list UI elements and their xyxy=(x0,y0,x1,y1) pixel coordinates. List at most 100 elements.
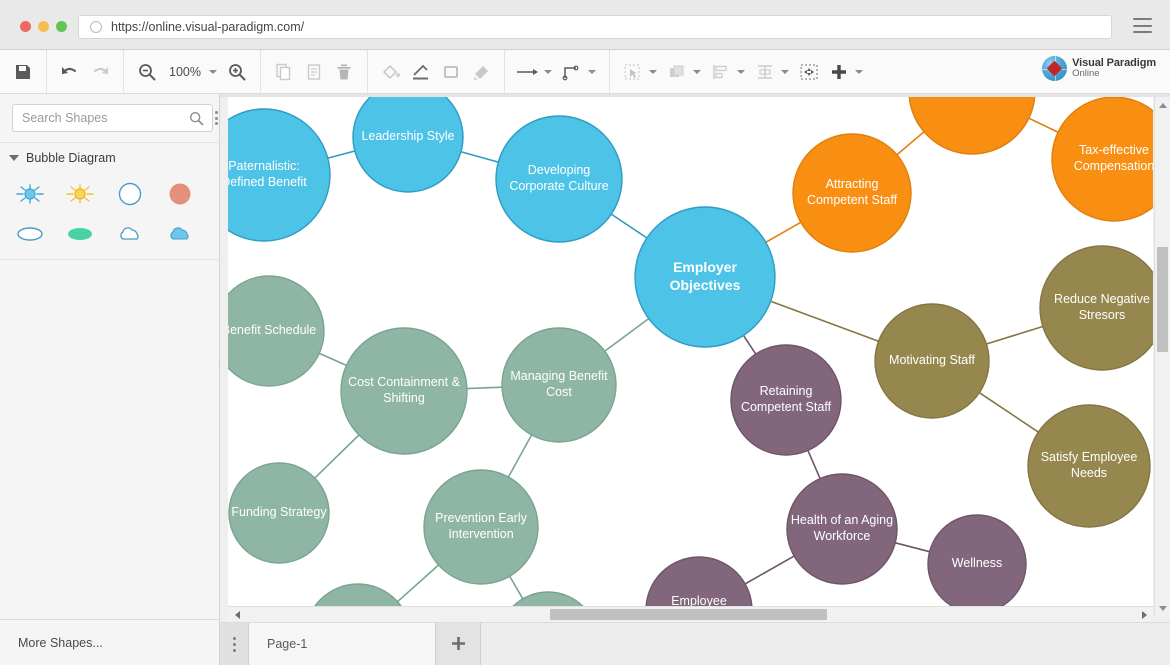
chevron-down-icon[interactable] xyxy=(9,155,19,161)
bubble-connector[interactable] xyxy=(604,317,650,352)
add-icon[interactable] xyxy=(824,57,854,87)
search-shapes-box[interactable] xyxy=(12,104,213,132)
shape-bubble-burst-blue[interactable] xyxy=(14,179,46,209)
bubble-circle[interactable] xyxy=(1027,404,1151,528)
bubble-connector[interactable] xyxy=(509,575,524,600)
selection-icon[interactable] xyxy=(618,57,648,87)
shape-ellipse-outline[interactable] xyxy=(14,219,46,249)
bubble-node[interactable]: Health of an Aging Workforce xyxy=(786,473,898,585)
align-dropdown-caret-icon[interactable] xyxy=(737,69,745,74)
bubble-circle[interactable] xyxy=(495,115,623,243)
zoom-in-icon[interactable] xyxy=(222,57,252,87)
undo-icon[interactable] xyxy=(55,57,85,87)
bubble-connector[interactable] xyxy=(986,325,1044,345)
close-window-button[interactable] xyxy=(20,21,31,32)
bubble-node[interactable]: Attracting Competent Staff xyxy=(792,133,912,253)
bubble-node[interactable]: Tax-effective Compensation xyxy=(1051,97,1153,222)
scroll-left-button[interactable] xyxy=(229,607,245,622)
bubble-circle[interactable] xyxy=(423,469,539,585)
connector-dropdown-caret-icon[interactable] xyxy=(544,69,552,74)
paste-icon[interactable] xyxy=(299,57,329,87)
format-painter-icon[interactable] xyxy=(466,57,496,87)
browser-menu-icon[interactable] xyxy=(1133,18,1152,33)
bubble-node[interactable]: Wellness xyxy=(927,514,1027,614)
more-shapes-button[interactable]: More Shapes... xyxy=(0,619,219,665)
bubble-circle[interactable] xyxy=(1039,245,1153,371)
bubble-node[interactable]: Developing Corporate Culture xyxy=(495,115,623,243)
bubble-connector[interactable] xyxy=(978,392,1039,433)
search-input[interactable] xyxy=(13,111,189,125)
bubble-node[interactable]: Employer Objectives xyxy=(634,206,776,348)
bubble-connector[interactable] xyxy=(460,150,499,163)
bubble-node[interactable]: Leadership Style xyxy=(352,97,464,193)
page-tab-page-1[interactable]: Page-1 xyxy=(249,623,436,665)
bubble-connector[interactable] xyxy=(770,300,879,342)
canvas-vertical-scrollbar[interactable] xyxy=(1154,97,1170,616)
bubble-circle[interactable] xyxy=(908,97,1036,155)
shape-cloud-outline[interactable] xyxy=(114,219,146,249)
shape-cloud-filled[interactable] xyxy=(164,219,196,249)
trash-icon[interactable] xyxy=(329,57,359,87)
reload-spinner-icon[interactable] xyxy=(90,21,102,33)
bubble-node[interactable]: Paternalistic: Defined Benefit xyxy=(228,108,331,242)
bubble-connector[interactable] xyxy=(610,213,648,239)
zoom-dropdown-caret-icon[interactable] xyxy=(209,69,217,74)
bubble-connector[interactable] xyxy=(896,131,925,156)
bubble-node[interactable]: Benefit Schedule xyxy=(228,275,325,387)
page-options-kebab-icon[interactable] xyxy=(220,623,249,665)
shape-ellipse-filled-green[interactable] xyxy=(64,219,96,249)
selection-dropdown-caret-icon[interactable] xyxy=(649,69,657,74)
orthogonal-connector-icon[interactable] xyxy=(557,57,587,87)
address-bar[interactable]: https://online.visual-paradigm.com/ xyxy=(78,15,1112,39)
maximize-window-button[interactable] xyxy=(56,21,67,32)
distribute-dropdown-caret-icon[interactable] xyxy=(781,69,789,74)
bubble-circle[interactable] xyxy=(730,344,842,456)
scroll-right-button[interactable] xyxy=(1136,607,1152,622)
vertical-scroll-thumb[interactable] xyxy=(1157,247,1168,352)
bubble-connector[interactable] xyxy=(314,434,360,479)
bubble-circle[interactable] xyxy=(927,514,1027,614)
scroll-down-button[interactable] xyxy=(1155,601,1170,615)
section-header[interactable]: Bubble Diagram xyxy=(0,143,219,173)
bubble-connector[interactable] xyxy=(396,564,440,603)
add-page-button[interactable] xyxy=(436,623,481,665)
horizontal-scroll-thumb[interactable] xyxy=(550,609,827,620)
bubble-circle[interactable] xyxy=(792,133,912,253)
bubble-connector[interactable] xyxy=(765,221,802,243)
zoom-level-label[interactable]: 100% xyxy=(162,65,208,79)
redo-icon[interactable] xyxy=(85,57,115,87)
shape-circle-filled-salmon[interactable] xyxy=(164,179,196,209)
bubble-node[interactable]: Managing Benefit Cost xyxy=(501,327,617,443)
bubble-node[interactable]: Funding Strategy xyxy=(228,462,330,564)
bubble-node[interactable]: Motivating Staff xyxy=(874,303,990,419)
bubble-circle[interactable] xyxy=(228,462,330,564)
bubble-node[interactable]: Cost Containment & Shifting xyxy=(340,327,468,455)
bubble-node[interactable]: Prevention Early Intervention xyxy=(423,469,539,585)
bubble-connector[interactable] xyxy=(318,352,347,367)
bubble-connector[interactable] xyxy=(807,450,821,479)
bubble-circle[interactable] xyxy=(228,108,331,242)
bubble-circle[interactable] xyxy=(228,275,325,387)
save-icon[interactable] xyxy=(8,57,38,87)
search-icon[interactable] xyxy=(189,111,212,126)
diagram-canvas[interactable]: Paternalistic: Defined Benefit Leadership … xyxy=(228,97,1153,616)
scroll-up-button[interactable] xyxy=(1155,98,1170,112)
distribute-icon[interactable] xyxy=(750,57,780,87)
bubble-connector[interactable] xyxy=(744,555,795,585)
minimize-window-button[interactable] xyxy=(38,21,49,32)
bubble-circle[interactable] xyxy=(634,206,776,348)
shape-circle-outline[interactable] xyxy=(114,179,146,209)
bubble-node[interactable]: Reduce Negative Stresors xyxy=(1039,245,1153,371)
fill-color-icon[interactable] xyxy=(376,57,406,87)
bubble-circle[interactable] xyxy=(340,327,468,455)
shape-bubble-burst-yellow[interactable] xyxy=(64,179,96,209)
group-icon[interactable] xyxy=(662,57,692,87)
bubble-connector[interactable] xyxy=(895,542,930,553)
bubble-node[interactable] xyxy=(908,97,1036,155)
bubble-connector[interactable] xyxy=(1028,117,1059,133)
bubble-circle[interactable] xyxy=(786,473,898,585)
bubble-connector[interactable] xyxy=(507,434,533,478)
copy-icon[interactable] xyxy=(269,57,299,87)
shapes-options-kebab-icon[interactable] xyxy=(215,105,218,131)
bubble-connector[interactable] xyxy=(327,150,356,159)
